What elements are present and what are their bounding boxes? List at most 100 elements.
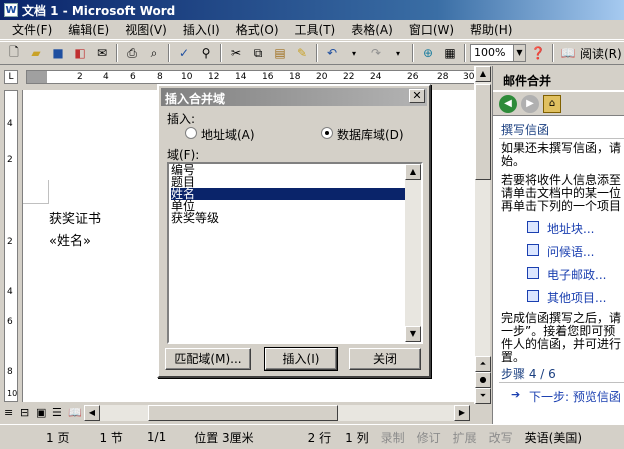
- format-painter-icon[interactable]: ✎: [292, 43, 312, 63]
- scroll-down-icon[interactable]: ▼: [405, 326, 421, 342]
- status-ext[interactable]: 扩展: [447, 429, 483, 446]
- word-app-icon: W: [4, 3, 18, 17]
- insert-button[interactable]: 插入(I): [264, 347, 338, 371]
- copy-icon[interactable]: ⧉: [248, 43, 268, 63]
- open-folder-icon[interactable]: ▰: [26, 43, 46, 63]
- fields-listbox[interactable]: 编号 题目 姓名 单位 获奖等级 ▲ ▼: [167, 162, 423, 344]
- vruler-tick: 6: [7, 317, 13, 327]
- print-view-icon[interactable]: ▣: [36, 406, 46, 419]
- horizontal-ruler[interactable]: 2 4 6 8 10 12 14 16 18 20 22 24 26 28 30: [26, 70, 482, 84]
- close-button[interactable]: 关闭: [349, 348, 421, 370]
- menu-insert[interactable]: 插入(I): [175, 21, 228, 38]
- save-icon[interactable]: ■: [48, 43, 68, 63]
- print-preview-icon[interactable]: ⌕: [144, 43, 164, 63]
- normal-view-icon[interactable]: ≡: [4, 406, 13, 419]
- link-more-items[interactable]: 其他项目...: [547, 289, 606, 306]
- status-rec[interactable]: 录制: [375, 429, 411, 446]
- read-mode-icon[interactable]: 📖: [558, 43, 578, 63]
- chevron-down-icon[interactable]: ▼: [513, 45, 525, 61]
- status-trk[interactable]: 修订: [411, 429, 447, 446]
- address-block-icon[interactable]: [527, 221, 539, 233]
- horizontal-scrollbar[interactable]: ◀ ▶: [84, 405, 470, 421]
- toolbar-separator: [464, 44, 466, 62]
- merge-field-name[interactable]: «姓名»: [49, 230, 91, 249]
- radio-database-field[interactable]: [321, 127, 333, 139]
- scroll-left-icon[interactable]: ◀: [84, 405, 100, 421]
- print-icon[interactable]: ⎙: [122, 43, 142, 63]
- list-item-selected[interactable]: 姓名: [171, 188, 407, 200]
- back-icon[interactable]: ◀: [499, 94, 517, 113]
- dialog-title-bar[interactable]: 插入合并域 ✕: [161, 88, 427, 106]
- divider: [499, 382, 624, 383]
- menu-table[interactable]: 表格(A): [343, 21, 401, 38]
- scroll-thumb[interactable]: [475, 84, 491, 180]
- scroll-up-icon[interactable]: ▲: [475, 66, 491, 82]
- tab-selector[interactable]: L: [4, 70, 18, 84]
- menu-view[interactable]: 视图(V): [117, 21, 175, 38]
- vertical-scrollbar[interactable]: ▲ ⏶ ● ⏷: [474, 66, 491, 418]
- radio-database-label[interactable]: 数据库域(D): [337, 126, 404, 143]
- help-icon[interactable]: ❓: [528, 43, 548, 63]
- doc-heading[interactable]: 获奖证书: [49, 208, 101, 227]
- paste-icon[interactable]: ▤: [270, 43, 290, 63]
- redo-dropdown-icon[interactable]: ▾: [388, 43, 408, 63]
- vruler-tick: 4: [7, 287, 13, 297]
- status-language[interactable]: 英语(美国): [519, 429, 588, 446]
- more-items-icon[interactable]: [527, 290, 539, 302]
- instruction-text: 置。: [501, 350, 526, 364]
- insert-label: 插入:: [167, 112, 196, 126]
- spelling-icon[interactable]: ✓: [174, 43, 194, 63]
- cut-icon[interactable]: ✂: [226, 43, 246, 63]
- close-icon[interactable]: ✕: [409, 89, 425, 103]
- undo-icon[interactable]: ↶: [322, 43, 342, 63]
- research-icon[interactable]: ⚲: [196, 43, 216, 63]
- undo-dropdown-icon[interactable]: ▾: [344, 43, 364, 63]
- outline-view-icon[interactable]: ☰: [52, 406, 62, 419]
- ruler-tick: 12: [208, 72, 220, 82]
- link-next-step[interactable]: 下一步: 预览信函: [529, 388, 621, 405]
- menu-format[interactable]: 格式(O): [228, 21, 287, 38]
- forward-icon: ▶: [521, 94, 539, 113]
- ruler-tick: 6: [130, 72, 136, 82]
- permission-icon[interactable]: ◧: [70, 43, 90, 63]
- zoom-value: 100%: [474, 46, 506, 59]
- link-address-block[interactable]: 地址块...: [547, 220, 594, 237]
- vertical-ruler[interactable]: 4 2 2 4 6 8 10: [4, 90, 18, 402]
- email-icon[interactable]: ✉: [92, 43, 112, 63]
- list-item[interactable]: 编号: [171, 164, 407, 176]
- home-icon[interactable]: ⌂: [543, 94, 561, 113]
- menu-file[interactable]: 文件(F): [4, 21, 60, 38]
- list-item[interactable]: 获奖等级: [171, 212, 407, 224]
- reading-view-icon[interactable]: 📖: [68, 406, 82, 419]
- greeting-line-icon[interactable]: [527, 244, 539, 256]
- next-page-icon[interactable]: ⏷: [475, 388, 491, 404]
- next-arrow-icon[interactable]: ➔: [511, 388, 520, 401]
- table-icon[interactable]: ▦: [440, 43, 460, 63]
- list-scrollbar[interactable]: ▲ ▼: [405, 164, 421, 342]
- status-ovr[interactable]: 改写: [483, 429, 519, 446]
- scroll-right-icon[interactable]: ▶: [454, 405, 470, 421]
- scroll-up-icon[interactable]: ▲: [405, 164, 421, 180]
- web-view-icon[interactable]: ⊟: [20, 406, 29, 419]
- link-electronic-postage[interactable]: 电子邮政...: [547, 266, 606, 283]
- radio-address-label[interactable]: 地址域(A): [201, 126, 255, 143]
- new-document-icon[interactable]: 🗋: [4, 43, 24, 63]
- menu-help[interactable]: 帮助(H): [462, 21, 520, 38]
- zoom-select[interactable]: 100% ▼: [470, 44, 526, 62]
- match-fields-button[interactable]: 匹配域(M)...: [165, 348, 251, 370]
- browse-object-icon[interactable]: ●: [475, 372, 491, 388]
- hyperlink-icon[interactable]: ⊕: [418, 43, 438, 63]
- menu-window[interactable]: 窗口(W): [401, 21, 462, 38]
- read-mode-label[interactable]: 阅读(R): [580, 45, 622, 62]
- ruler-tick: 18: [289, 72, 301, 82]
- link-greeting-line[interactable]: 问候语...: [547, 243, 594, 260]
- electronic-postage-icon[interactable]: [527, 267, 539, 279]
- horizontal-scroll-thumb[interactable]: [148, 405, 338, 421]
- redo-icon[interactable]: ↷: [366, 43, 386, 63]
- radio-address-field[interactable]: [185, 127, 197, 139]
- menu-tools[interactable]: 工具(T): [287, 21, 344, 38]
- menu-edit[interactable]: 编辑(E): [60, 21, 117, 38]
- list-item[interactable]: 题目: [171, 176, 407, 188]
- prev-page-icon[interactable]: ⏶: [475, 356, 491, 372]
- ruler-margin: [27, 71, 47, 83]
